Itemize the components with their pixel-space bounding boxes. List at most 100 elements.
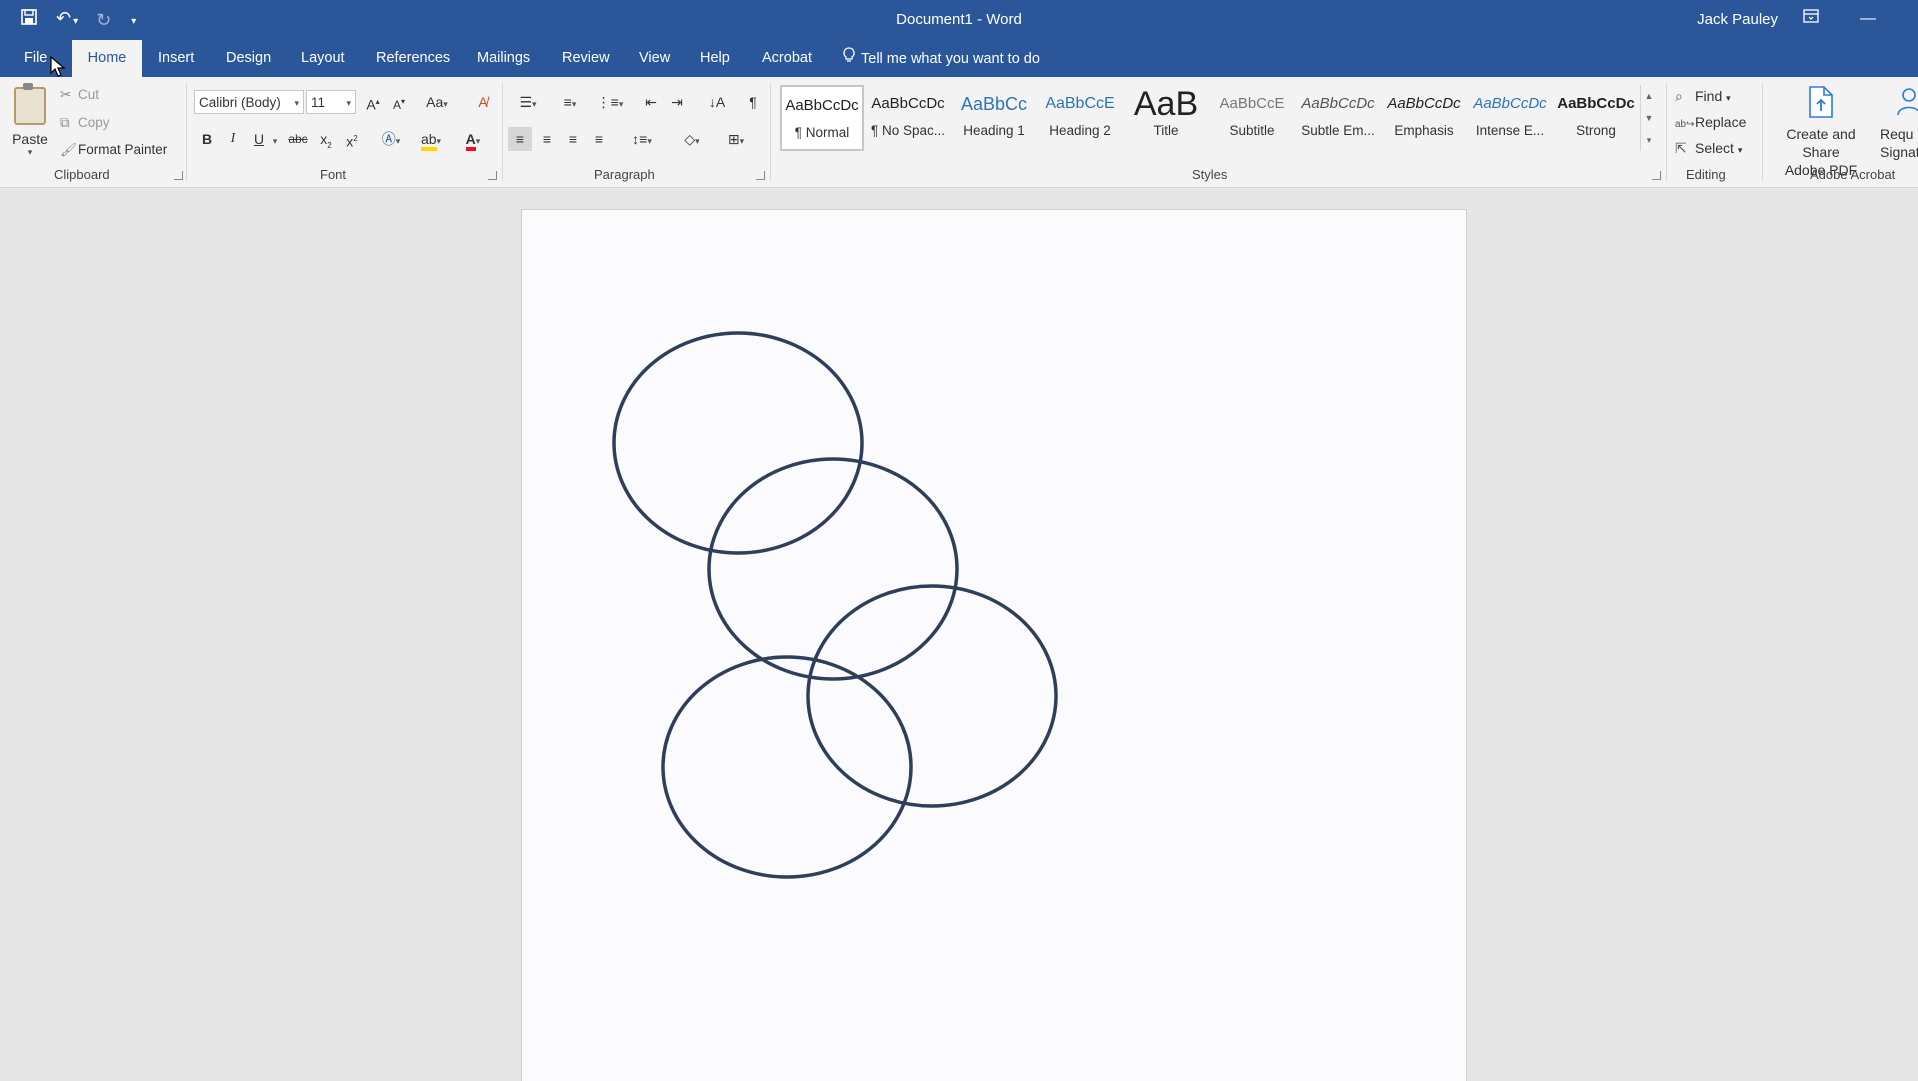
tab-acrobat[interactable]: Acrobat xyxy=(748,40,826,77)
shrink-font-button[interactable]: A▾ xyxy=(388,90,410,114)
tab-layout[interactable]: Layout xyxy=(287,40,359,77)
ribbon-tabs: File Home Insert Design Layout Reference… xyxy=(0,40,1918,77)
replace-button[interactable]: ab↪Replace xyxy=(1675,111,1746,133)
group-label-font: Font xyxy=(320,167,347,182)
drawing-canvas xyxy=(612,331,1058,879)
tab-mailings[interactable]: Mailings xyxy=(463,40,544,77)
styles-launcher-icon[interactable] xyxy=(1652,171,1661,180)
italic-button[interactable]: I xyxy=(224,127,242,151)
window-title: Document1 - Word xyxy=(896,11,1022,28)
align-left-icon[interactable]: ≡ xyxy=(508,127,532,151)
group-label-paragraph: Paragraph xyxy=(594,167,655,182)
sort-icon[interactable]: ↓A xyxy=(706,90,728,114)
decrease-indent-icon[interactable]: ⇤ xyxy=(640,90,662,114)
tab-help[interactable]: Help xyxy=(686,40,744,77)
minimize-icon[interactable]: — xyxy=(1856,8,1880,30)
person-sign-icon xyxy=(1894,85,1918,119)
style-emphasis[interactable]: AaBbCcDc Emphasis xyxy=(1382,85,1466,151)
borders-icon[interactable]: ⊞▾ xyxy=(718,127,754,151)
justify-icon[interactable]: ≡ xyxy=(588,127,610,151)
scissors-icon: ✂ xyxy=(60,87,72,102)
align-right-icon[interactable]: ≡ xyxy=(562,127,584,151)
circle-bottom-left[interactable] xyxy=(661,655,913,879)
grow-font-button[interactable]: A▴ xyxy=(362,90,384,114)
clipboard-icon xyxy=(14,83,46,125)
multilevel-list-icon[interactable]: ⋮≡▾ xyxy=(592,90,628,114)
user-name[interactable]: Jack Pauley xyxy=(1697,0,1778,40)
highlight-color-icon[interactable]: ab▾ xyxy=(414,127,448,151)
clipboard-launcher-icon[interactable] xyxy=(174,171,183,180)
font-launcher-icon[interactable] xyxy=(488,171,497,180)
styles-gallery-scroll: ▲ ▼ ▾ xyxy=(1640,85,1657,151)
underline-options-icon[interactable]: ▾ xyxy=(270,127,280,151)
paragraph-launcher-icon[interactable] xyxy=(756,171,765,180)
cut-button[interactable]: ✂ Cut xyxy=(60,85,99,105)
circle-top-left[interactable] xyxy=(612,331,864,555)
tab-review[interactable]: Review xyxy=(548,40,624,77)
text-effects-icon[interactable]: Ⓐ▾ xyxy=(376,127,406,151)
tab-view[interactable]: View xyxy=(625,40,684,77)
align-center-icon[interactable]: ≡ xyxy=(536,127,558,151)
style-subtitle[interactable]: AaBbCcE Subtitle xyxy=(1210,85,1294,151)
scroll-up-icon[interactable]: ▲ xyxy=(1641,85,1657,107)
change-case-button[interactable]: Aa▾ xyxy=(420,90,454,114)
subscript-button[interactable]: x2 xyxy=(316,127,336,151)
customize-qat-icon[interactable]: ▾ xyxy=(129,4,136,36)
font-color-icon[interactable]: A▾ xyxy=(456,127,490,151)
show-formatting-icon[interactable]: ¶ xyxy=(742,90,764,114)
style-heading-1[interactable]: AaBbCc Heading 1 xyxy=(952,85,1036,151)
style-strong[interactable]: AaBbCcDc Strong xyxy=(1554,85,1638,151)
style-heading-2[interactable]: AaBbCcE Heading 2 xyxy=(1038,85,1122,151)
style-subtle-emphasis[interactable]: AaBbCcDc Subtle Em... xyxy=(1296,85,1380,151)
font-face-select[interactable]: Calibri (Body) ▾ xyxy=(194,90,304,114)
style-title[interactable]: AaB Title xyxy=(1124,85,1208,151)
title-bar: ↶ ▾ ↻ ▾ Document1 - Word Jack Pauley — xyxy=(0,0,1918,40)
app-name: Word xyxy=(986,11,1022,28)
find-button[interactable]: ⌕ Find ▾ xyxy=(1675,85,1731,107)
create-share-pdf-button[interactable]: Create and Share Adobe PDF xyxy=(1766,85,1876,179)
bullets-icon[interactable]: ☰▾ xyxy=(510,90,546,114)
ribbon-home: Paste ▾ ✂ Cut ⧉ Copy 🖌Format Painter Clipb… xyxy=(0,77,1918,188)
increase-indent-icon[interactable]: ⇥ xyxy=(666,90,688,114)
select-button[interactable]: ⇱ Select ▾ xyxy=(1675,137,1742,159)
ribbon-display-options-icon[interactable] xyxy=(1799,8,1823,30)
document-page[interactable] xyxy=(521,209,1467,1081)
shading-icon[interactable]: ◇▾ xyxy=(674,127,710,151)
group-label-styles: Styles xyxy=(1192,167,1228,182)
redo-icon[interactable]: ↻ xyxy=(96,6,111,34)
style-normal[interactable]: AaBbCcDc ¶ Normal xyxy=(780,85,864,151)
line-spacing-icon[interactable]: ↕≡▾ xyxy=(624,127,660,151)
mouse-pointer-icon xyxy=(50,56,66,77)
search-icon: ⌕ xyxy=(1675,88,1683,104)
tab-design[interactable]: Design xyxy=(212,40,285,77)
numbering-icon[interactable]: ≡▾ xyxy=(552,90,588,114)
style-no-spacing[interactable]: AaBbCcDc ¶ No Spac... xyxy=(866,85,950,151)
font-size-select[interactable]: 11 ▾ xyxy=(306,90,356,114)
undo-icon[interactable]: ↶ ▾ xyxy=(56,4,78,36)
pdf-export-icon xyxy=(1806,85,1836,119)
group-label-editing: Editing xyxy=(1686,167,1726,182)
circle-right[interactable] xyxy=(806,584,1058,808)
paste-button[interactable]: Paste ▾ xyxy=(10,83,50,165)
save-icon[interactable] xyxy=(20,6,38,34)
superscript-button[interactable]: x2 xyxy=(342,127,362,151)
circle-middle[interactable] xyxy=(707,457,959,681)
tab-insert[interactable]: Insert xyxy=(144,40,208,77)
format-painter-button[interactable]: 🖌Format Painter xyxy=(60,140,167,160)
style-intense-emphasis[interactable]: AaBbCcDc Intense E... xyxy=(1468,85,1552,151)
document-name: Document1 xyxy=(896,11,973,28)
replace-icon: ab↪ xyxy=(1675,119,1695,130)
bold-button[interactable]: B xyxy=(198,127,216,151)
underline-button[interactable]: U xyxy=(250,127,268,151)
divider xyxy=(770,83,771,181)
tell-me-search[interactable]: Tell me what you want to do xyxy=(843,40,1040,77)
strikethrough-button[interactable]: abc xyxy=(286,127,310,151)
tab-references[interactable]: References xyxy=(362,40,464,77)
chevron-down-icon: ▾ xyxy=(27,147,33,157)
more-styles-icon[interactable]: ▾ xyxy=(1641,129,1657,151)
request-signatures-button[interactable]: Requ Signat xyxy=(1880,85,1918,161)
scroll-down-icon[interactable]: ▼ xyxy=(1641,107,1657,129)
tab-home[interactable]: Home xyxy=(72,40,142,77)
clear-formatting-icon[interactable]: A̸ xyxy=(472,90,494,114)
copy-button[interactable]: ⧉ Copy xyxy=(60,113,110,133)
